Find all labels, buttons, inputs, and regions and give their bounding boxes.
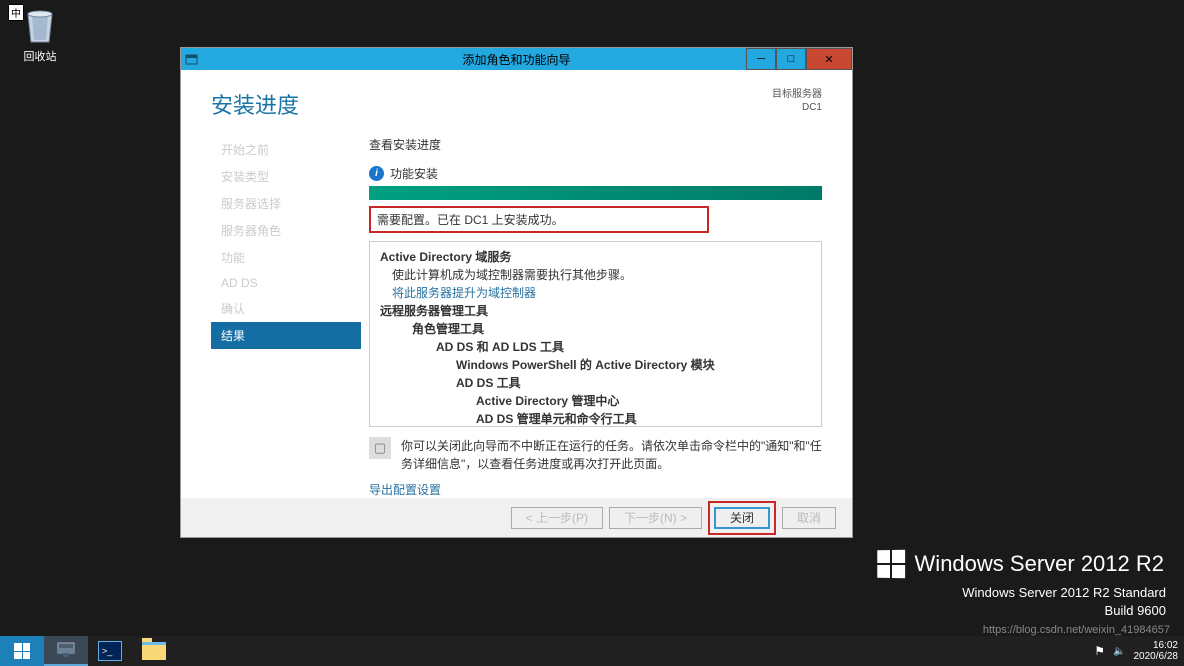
next-button: 下一步(N) > <box>609 507 702 529</box>
minimize-button[interactable]: ─ <box>746 48 776 70</box>
windows-logo-icon <box>877 550 905 578</box>
cancel-button: 取消 <box>782 507 836 529</box>
os-brand: Windows Server 2012 R2 <box>877 550 1164 578</box>
powershell-task[interactable]: >_ <box>88 636 132 666</box>
folder-icon <box>142 642 166 660</box>
close-highlight: 关闭 <box>708 501 776 535</box>
os-info: Windows Server 2012 R2 Standard Build 96… <box>962 584 1166 620</box>
windows-start-icon <box>14 643 30 659</box>
wizard-footer: < 上一步(P) 下一步(N) > 关闭 取消 <box>181 498 852 537</box>
close-window-button[interactable]: ✕ <box>806 48 852 70</box>
recycle-bin[interactable]: 中 回收站 <box>22 6 58 64</box>
clock[interactable]: 16:02 2020/6/28 <box>1134 640 1179 663</box>
step-features: 功能 <box>211 244 361 271</box>
export-settings-link[interactable]: 导出配置设置 <box>369 481 441 498</box>
titlebar[interactable]: 添加角色和功能向导 ─ □ ✕ <box>181 48 852 70</box>
taskbar: >_ ⚑ 🔈 16:02 2020/6/28 <box>0 636 1184 666</box>
promote-dc-link[interactable]: 将此服务器提升为域控制器 <box>380 284 811 302</box>
server-manager-task[interactable] <box>44 636 88 666</box>
close-wizard-button[interactable]: 关闭 <box>714 507 770 529</box>
view-progress-label: 查看安装进度 <box>369 136 822 153</box>
start-button[interactable] <box>0 636 44 666</box>
install-details: Active Directory 域服务 使此计算机成为域控制器需要执行其他步骤… <box>369 241 822 427</box>
powershell-icon: >_ <box>98 641 122 661</box>
result-highlight: 需要配置。已在 DC1 上安装成功。 <box>369 206 709 233</box>
wizard-steps-sidebar: 开始之前 安装类型 服务器选择 服务器角色 功能 AD DS 确认 结果 <box>211 132 361 498</box>
recycle-bin-label: 回收站 <box>24 48 57 64</box>
ime-indicator: 中 <box>8 4 24 21</box>
speaker-icon[interactable]: 🔈 <box>1113 646 1125 657</box>
step-before-begin: 开始之前 <box>211 136 361 163</box>
page-header: 安装进度 <box>211 88 299 120</box>
target-server-info: 目标服务器 DC1 <box>772 88 822 114</box>
content-area: 查看安装进度 i 功能安装 需要配置。已在 DC1 上安装成功。 Active … <box>361 132 852 498</box>
step-confirm: 确认 <box>211 295 361 322</box>
progress-bar <box>369 186 822 200</box>
server-manager-icon <box>56 641 76 659</box>
window-controls: ─ □ ✕ <box>746 48 852 70</box>
notification-flag-icon[interactable]: ⚑ <box>1094 644 1105 658</box>
post-install-notice: ▢ 你可以关闭此向导而不中断正在运行的任务。请依次单击命令栏中的"通知"和"任务… <box>369 437 822 473</box>
step-server-roles: 服务器角色 <box>211 217 361 244</box>
status-text: 功能安装 <box>390 165 438 182</box>
wizard-window: 添加角色和功能向导 ─ □ ✕ 安装进度 目标服务器 DC1 开始之前 安装类型… <box>180 47 853 538</box>
watermark: https://blog.csdn.net/weixin_41984657 <box>983 624 1170 636</box>
step-results: 结果 <box>211 322 361 349</box>
info-icon: i <box>369 166 384 181</box>
recycle-bin-icon <box>22 6 58 46</box>
step-adds: AD DS <box>211 271 361 295</box>
prev-button: < 上一步(P) <box>511 507 603 529</box>
explorer-task[interactable] <box>132 636 176 666</box>
maximize-button[interactable]: □ <box>776 48 806 70</box>
system-tray[interactable]: ⚑ 🔈 16:02 2020/6/28 <box>1094 636 1184 666</box>
step-server-select: 服务器选择 <box>211 190 361 217</box>
step-install-type: 安装类型 <box>211 163 361 190</box>
flag-icon: ▢ <box>369 437 391 459</box>
